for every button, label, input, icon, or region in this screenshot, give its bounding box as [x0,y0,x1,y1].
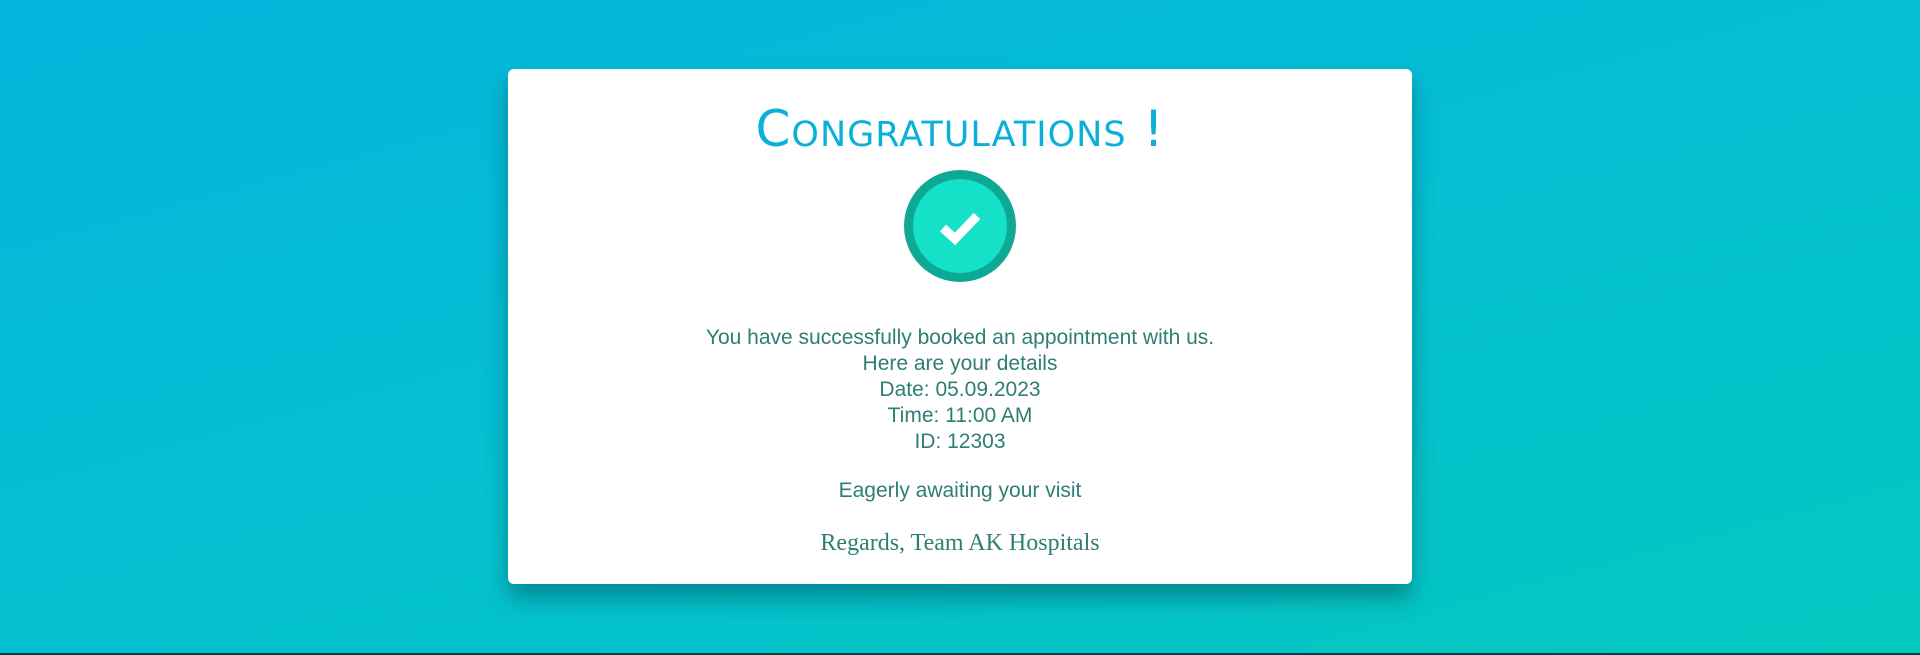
checkmark-icon [939,212,981,246]
check-circle-icon [904,170,1016,282]
awaiting-message: Eagerly awaiting your visit [838,479,1082,502]
details-intro: Here are your details [862,352,1058,375]
success-message: You have successfully booked an appointm… [705,326,1215,349]
check-circle-inner [913,179,1007,273]
appointment-id: ID: 12303 [914,430,1006,453]
confirmation-card: Congratulations ! You have successfully … [508,69,1412,584]
appointment-time: Time: 11:00 AM [887,404,1033,427]
page-title: Congratulations ! [755,100,1165,158]
appointment-details: You have successfully booked an appointm… [508,325,1412,455]
appointment-date: Date: 05.09.2023 [879,378,1041,401]
signature-regards: Regards, Team AK Hospitals [820,530,1100,556]
